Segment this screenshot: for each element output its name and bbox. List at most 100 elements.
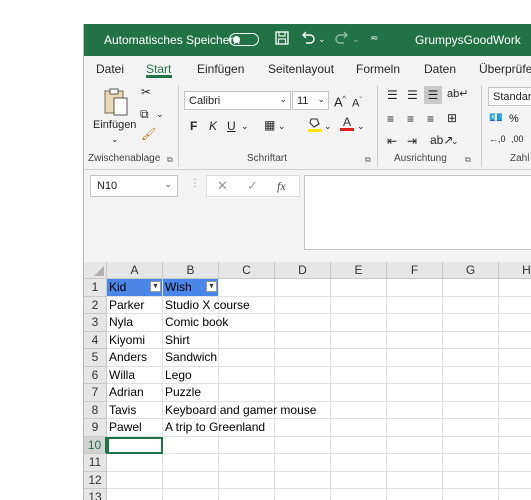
number-format-select[interactable]: Standard (488, 87, 531, 106)
fill-color-dropdown-icon[interactable]: ⌄ (324, 119, 332, 133)
font-size-select[interactable]: 11 ⌄ (292, 91, 329, 110)
cell-g12[interactable] (443, 471, 499, 489)
percent-icon[interactable]: % (509, 112, 519, 126)
cell-e12[interactable] (331, 471, 387, 489)
cell-c4[interactable] (219, 331, 275, 349)
column-header-b[interactable]: B (163, 262, 219, 279)
cell-h5[interactable] (499, 349, 531, 367)
cell-f2[interactable] (387, 296, 443, 314)
cell-h4[interactable] (499, 332, 531, 349)
bold-button[interactable]: F (190, 119, 197, 133)
redo-icon[interactable] (334, 31, 350, 48)
paste-dropdown-icon[interactable]: ⌄ (111, 132, 119, 146)
cell-e3[interactable] (331, 314, 387, 332)
customize-icon[interactable]: ≂ (370, 31, 378, 47)
cancel-icon[interactable]: ✕ (217, 178, 228, 194)
merge-icon[interactable]: ⊞ (447, 111, 457, 125)
cell-h3[interactable] (499, 314, 531, 332)
tab-formeln[interactable]: Formeln (356, 62, 400, 76)
row-header-13[interactable]: 13 (84, 489, 107, 500)
cell-f8[interactable] (387, 401, 443, 419)
row-header-1[interactable]: 1 (84, 279, 107, 297)
font-launcher-icon[interactable]: ⧉ (365, 155, 371, 165)
cell-f6[interactable] (387, 366, 443, 384)
cell-c6[interactable] (219, 366, 275, 384)
cell-h9[interactable] (499, 419, 531, 437)
cell-e8[interactable] (331, 401, 387, 419)
orientation-dropdown-icon[interactable]: ⌄ (451, 134, 459, 148)
copy-icon[interactable]: ⧉ (140, 107, 149, 121)
cell-h1[interactable] (499, 279, 531, 297)
cell-e2[interactable] (331, 296, 387, 314)
redo-dropdown-icon[interactable]: ⌄ (352, 31, 360, 47)
cell-b1[interactable]: Wish ▼ (163, 279, 219, 297)
paste-label[interactable]: Einfügen (93, 118, 136, 132)
row-header-2[interactable]: 2 (84, 296, 107, 314)
increase-decimal-icon[interactable]: ←,0 (489, 132, 506, 146)
cell-d6[interactable] (275, 366, 331, 384)
column-header-g[interactable]: G (443, 262, 499, 279)
insert-function-icon[interactable]: fx (277, 179, 286, 194)
cell-f5[interactable] (387, 349, 443, 367)
italic-button[interactable]: K (209, 119, 217, 133)
autosave-toggle[interactable] (229, 33, 259, 46)
align-middle-icon[interactable]: ☰ (407, 88, 418, 102)
cell-e9[interactable] (331, 419, 387, 437)
cell-c5[interactable] (219, 349, 275, 367)
cell-e13[interactable] (331, 489, 387, 500)
cell-f11[interactable] (387, 454, 443, 472)
cell-h11[interactable] (499, 454, 531, 472)
name-box[interactable]: N10 ⌄ (90, 175, 178, 197)
cell-d13[interactable] (275, 489, 331, 500)
cell-f9[interactable] (387, 419, 443, 437)
cell-h2[interactable] (499, 297, 531, 314)
cell-e5[interactable] (331, 349, 387, 367)
cell-d1[interactable] (275, 279, 331, 297)
font-color-icon[interactable]: A (340, 115, 354, 135)
row-header-12[interactable]: 12 (84, 471, 107, 489)
cell-g11[interactable] (443, 454, 499, 472)
worksheet-grid[interactable]: A B C D E F G H 1 Kid ▼ Wish ▼ 2 3 4 5 6 7 8 9 10 11 12 13 Parker… (84, 262, 531, 500)
cell-c1[interactable] (219, 279, 275, 297)
cell-f1[interactable] (387, 279, 443, 297)
borders-dropdown-icon[interactable]: ⌄ (278, 119, 286, 133)
cell-d4[interactable] (275, 331, 331, 349)
underline-button[interactable]: U (227, 119, 236, 133)
cell-e4[interactable] (331, 331, 387, 349)
undo-icon[interactable] (300, 31, 316, 48)
align-top-icon[interactable]: ☰ (387, 88, 398, 102)
filter-dropdown-icon[interactable]: ▼ (150, 281, 161, 292)
decrease-decimal-icon[interactable]: ,00 (511, 132, 524, 146)
font-name-select[interactable]: Calibri ⌄ (184, 91, 291, 110)
cell-f3[interactable] (387, 314, 443, 332)
row-header-9[interactable]: 9 (84, 419, 107, 437)
cell-b12[interactable] (163, 471, 219, 489)
cell-a13[interactable] (107, 489, 163, 500)
tab-seitenlayout[interactable]: Seitenlayout (268, 62, 334, 76)
cell-c10[interactable] (219, 436, 275, 454)
cell-b11[interactable] (163, 454, 219, 472)
cell-f4[interactable] (387, 331, 443, 349)
align-right-icon[interactable]: ≡ (427, 112, 434, 126)
enter-icon[interactable]: ✓ (247, 178, 258, 194)
align-bottom-icon[interactable]: ☰ (424, 86, 442, 104)
cell-d5[interactable] (275, 349, 331, 367)
tab-daten[interactable]: Daten (424, 62, 456, 76)
cell-h8[interactable] (499, 402, 531, 419)
cell-g10[interactable] (443, 436, 499, 454)
cell-a12[interactable] (107, 471, 163, 489)
grow-font-icon[interactable]: A^ (334, 93, 346, 109)
cell-g8[interactable] (443, 401, 499, 419)
clipboard-launcher-icon[interactable]: ⧉ (167, 155, 173, 165)
cell-c12[interactable] (219, 471, 275, 489)
cell-e7[interactable] (331, 384, 387, 402)
row-header-10[interactable]: 10 (84, 436, 107, 454)
cell-a11[interactable] (107, 454, 163, 472)
cell-g2[interactable] (443, 296, 499, 314)
cell-e11[interactable] (331, 454, 387, 472)
cell-g4[interactable] (443, 331, 499, 349)
cell-f12[interactable] (387, 471, 443, 489)
cell-d11[interactable] (275, 454, 331, 472)
increase-indent-icon[interactable]: ⇥ (407, 134, 417, 148)
column-header-f[interactable]: F (387, 262, 443, 279)
